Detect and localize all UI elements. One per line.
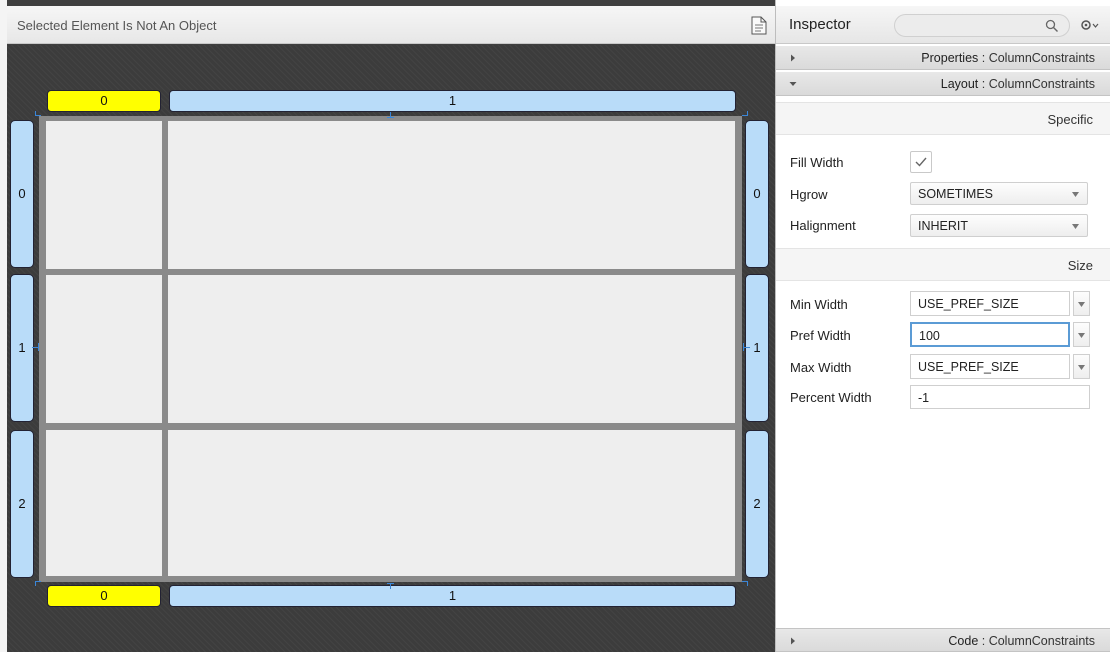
column-tab-bottom-1[interactable]: 1 <box>169 585 736 607</box>
constraint-marker-right-cap <box>743 343 744 351</box>
disclosure-collapsed-icon <box>791 54 795 62</box>
code-section-title: Code : ColumnConstraints <box>948 634 1095 648</box>
size-subsection-header: Size <box>776 248 1110 281</box>
column-tab-bottom-0[interactable]: 0 <box>47 585 161 607</box>
min-width-combo[interactable]: USE_PREF_SIZE <box>910 291 1090 316</box>
grid-canvas[interactable]: 0 1 0 1 2 0 1 2 0 1 <box>7 45 775 652</box>
min-width-dropdown-button[interactable] <box>1073 291 1090 316</box>
max-width-field[interactable]: USE_PREF_SIZE <box>910 354 1070 379</box>
pref-width-dropdown-button[interactable] <box>1073 322 1090 347</box>
row-tab-left-2[interactable]: 2 <box>10 430 34 578</box>
halignment-select[interactable]: INHERIT <box>910 214 1088 237</box>
layout-section-title: Layout : ColumnConstraints <box>940 77 1095 91</box>
corner-marker-top-left-h <box>35 115 41 116</box>
disclosure-collapsed-icon <box>791 637 795 645</box>
column-tab-top-1[interactable]: 1 <box>169 90 736 112</box>
hgrow-label: Hgrow <box>790 187 828 202</box>
grid-pane <box>39 116 742 582</box>
inspector-search-input[interactable] <box>894 14 1070 37</box>
percent-width-input[interactable]: -1 <box>910 385 1090 409</box>
column-tab-top-0[interactable]: 0 <box>47 90 161 112</box>
constraint-marker-right <box>743 347 750 348</box>
chevron-down-icon <box>1072 224 1079 229</box>
constraint-marker-bottom-cap <box>387 583 394 584</box>
min-width-label: Min Width <box>790 297 848 312</box>
chevron-down-icon <box>1078 333 1085 338</box>
row-tab-left-0[interactable]: 0 <box>10 120 34 268</box>
corner-marker-bottom-right-h <box>742 581 748 582</box>
constraint-marker-top-cap <box>387 117 394 118</box>
pref-width-label: Pref Width <box>790 328 851 343</box>
gear-icon[interactable] <box>1080 18 1102 32</box>
corner-marker-bottom-left-h <box>35 581 41 582</box>
inspector-header: Inspector <box>776 6 1110 44</box>
grid-cell-1-1[interactable] <box>168 275 735 423</box>
editor-title: Selected Element Is Not An Object <box>17 18 217 33</box>
row-tab-right-2[interactable]: 2 <box>745 430 769 578</box>
pref-width-combo[interactable]: 100 <box>910 322 1090 347</box>
row-tab-right-0[interactable]: 0 <box>745 120 769 268</box>
checkmark-icon <box>915 157 927 167</box>
inspector-panel: Inspector Properties : ColumnConstraints <box>775 0 1110 652</box>
chevron-down-icon <box>1078 365 1085 370</box>
code-section-header[interactable]: Code : ColumnConstraints <box>776 628 1110 652</box>
grid-cell-1-0[interactable] <box>46 275 162 423</box>
left-edge <box>0 0 7 652</box>
chevron-down-icon <box>1072 192 1079 197</box>
corner-marker-top-right-h <box>742 115 748 116</box>
fill-width-checkbox[interactable] <box>910 151 932 173</box>
halignment-label: Halignment <box>790 218 856 233</box>
max-width-dropdown-button[interactable] <box>1073 354 1090 379</box>
layout-section-header[interactable]: Layout : ColumnConstraints <box>776 72 1110 96</box>
percent-width-label: Percent Width <box>790 390 872 405</box>
editor-pane: Selected Element Is Not An Object 0 1 0 … <box>0 0 775 652</box>
search-icon <box>1045 19 1058 32</box>
max-width-combo[interactable]: USE_PREF_SIZE <box>910 354 1090 379</box>
specific-subsection-header: Specific <box>776 102 1110 135</box>
chevron-down-icon <box>1078 302 1085 307</box>
inspector-title: Inspector <box>789 16 851 33</box>
grid-cell-2-1[interactable] <box>168 430 735 576</box>
pref-width-field[interactable]: 100 <box>910 322 1070 347</box>
grid-cell-0-0[interactable] <box>46 121 162 269</box>
grid-cell-2-0[interactable] <box>46 430 162 576</box>
max-width-label: Max Width <box>790 360 852 375</box>
editor-header: Selected Element Is Not An Object <box>7 6 775 44</box>
row-tab-right-1[interactable]: 1 <box>745 274 769 422</box>
grid-cell-0-1[interactable] <box>168 121 735 269</box>
min-width-field[interactable]: USE_PREF_SIZE <box>910 291 1070 316</box>
fill-width-label: Fill Width <box>790 155 844 170</box>
row-tab-left-1[interactable]: 1 <box>10 274 34 422</box>
document-icon[interactable] <box>751 16 767 35</box>
properties-section-title: Properties : ColumnConstraints <box>921 51 1095 65</box>
app-window: Selected Element Is Not An Object 0 1 0 … <box>0 0 1110 652</box>
hgrow-select[interactable]: SOMETIMES <box>910 182 1088 205</box>
properties-section-header[interactable]: Properties : ColumnConstraints <box>776 46 1110 70</box>
constraint-marker-left-cap <box>38 343 39 351</box>
disclosure-expanded-icon <box>789 82 797 86</box>
